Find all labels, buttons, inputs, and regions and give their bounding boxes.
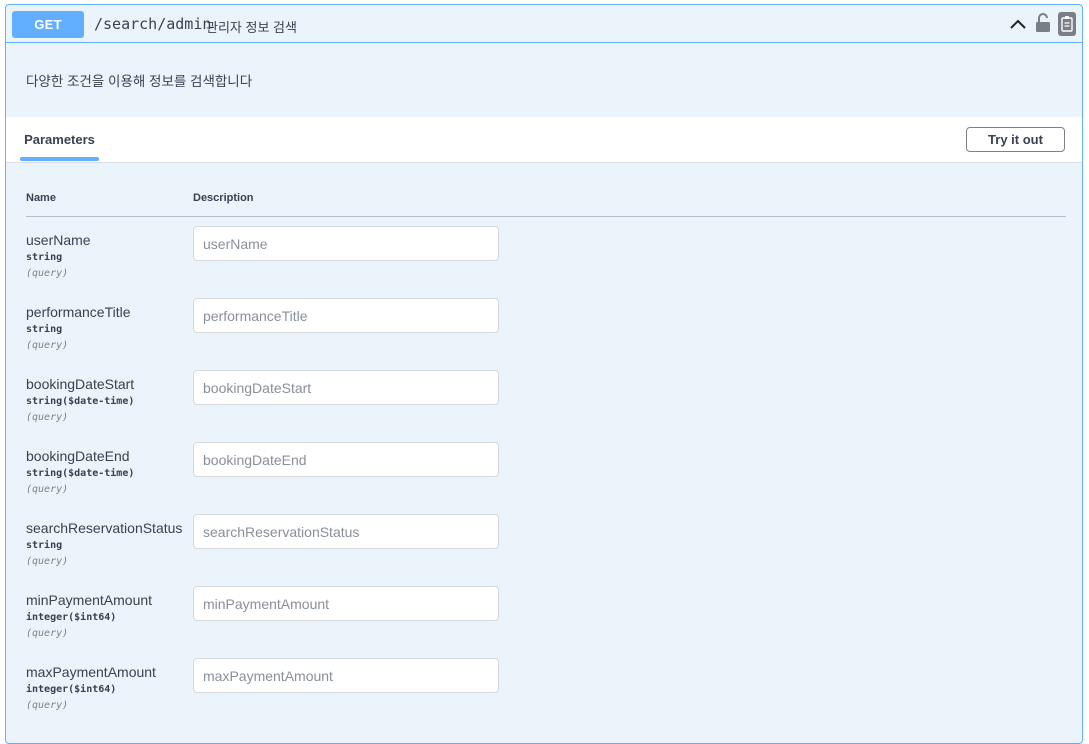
operation-block: GET /search/admin 관리자 정보 검색 다양한 조건을 이용해 … [5,4,1083,744]
param-location: (query) [26,628,69,639]
parameter-row: maxPaymentAmount integer($int64) (query) [6,658,1082,736]
tab-parameters[interactable]: Parameters [20,117,99,161]
column-divider [26,216,1066,217]
param-input-maxPaymentAmount[interactable] [193,658,499,693]
param-type: string [26,540,63,551]
param-name: bookingDateEnd [26,448,130,464]
copy-icon[interactable] [1058,12,1076,36]
param-name: userName [26,232,91,248]
parameter-row: performanceTitle string (query) [6,298,1082,376]
column-header-description: Description [193,192,254,204]
parameter-row: minPaymentAmount integer($int64) (query) [6,586,1082,664]
param-type: string($date-time) [26,396,135,407]
param-location: (query) [26,700,69,711]
try-it-out-button[interactable]: Try it out [966,127,1065,152]
method-badge: GET [12,11,84,38]
param-type: integer($int64) [26,612,117,623]
parameters-header: Parameters Try it out [6,117,1082,163]
param-location: (query) [26,412,69,423]
chevron-up-icon[interactable] [1007,13,1029,35]
param-input-performanceTitle[interactable] [193,298,499,333]
param-input-searchReservationStatus[interactable] [193,514,499,549]
param-name: bookingDateStart [26,376,135,392]
operation-path: /search/admin [94,15,212,33]
param-location: (query) [26,268,69,279]
param-name: performanceTitle [26,304,131,320]
parameter-row: userName string (query) [6,226,1082,304]
param-location: (query) [26,484,69,495]
tab-active-indicator [20,157,99,161]
param-name: maxPaymentAmount [26,664,156,680]
param-input-bookingDateStart[interactable] [193,370,499,405]
param-input-minPaymentAmount[interactable] [193,586,499,621]
param-input-userName[interactable] [193,226,499,261]
parameter-row: searchReservationStatus string (query) [6,514,1082,592]
operation-summary-text: 관리자 정보 검색 [206,20,297,35]
unlock-icon[interactable] [1035,13,1051,33]
parameter-row: bookingDateEnd string($date-time) (query… [6,442,1082,520]
param-name: minPaymentAmount [26,592,153,608]
operation-summary[interactable]: GET /search/admin 관리자 정보 검색 [6,5,1082,43]
column-header-name: Name [26,192,56,204]
param-input-bookingDateEnd[interactable] [193,442,499,477]
parameter-row: bookingDateStart string($date-time) (que… [6,370,1082,448]
operation-description: 다양한 조건을 이용해 정보를 검색합니다 [26,74,253,89]
param-type: string($date-time) [26,468,135,479]
param-type: string [26,252,63,263]
param-name: searchReservationStatus [26,520,183,536]
param-type: string [26,324,63,335]
param-location: (query) [26,556,69,567]
param-location: (query) [26,340,69,351]
param-type: integer($int64) [26,684,117,695]
